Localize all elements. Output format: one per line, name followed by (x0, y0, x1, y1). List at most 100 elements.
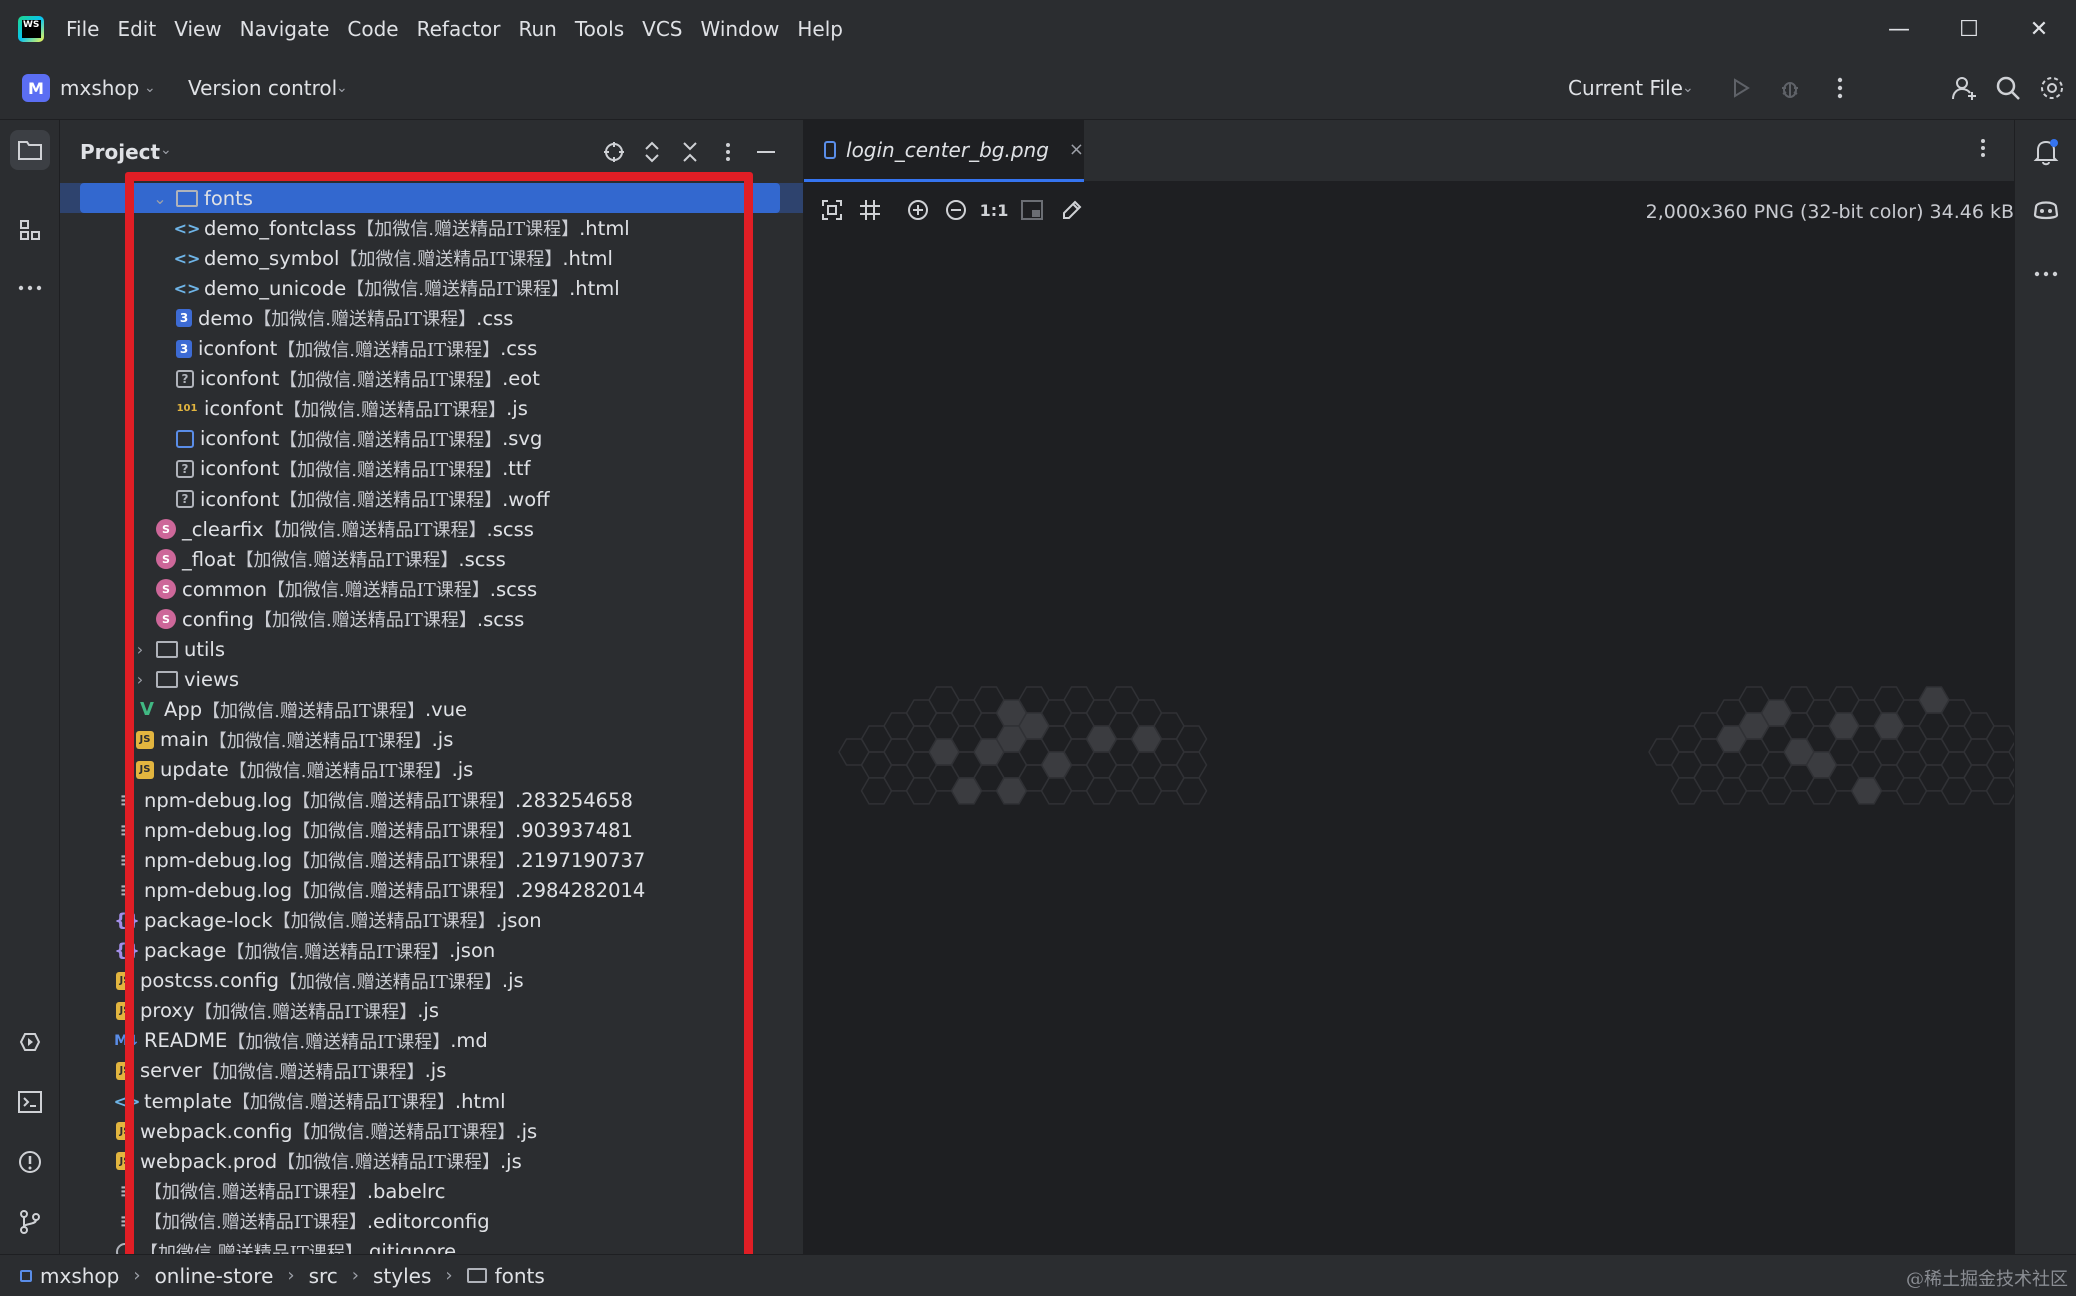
zoom-out-icon[interactable] (942, 196, 970, 224)
menu-run[interactable]: Run (519, 17, 557, 41)
problems-icon[interactable] (10, 1142, 50, 1182)
tree-item-name: App (164, 698, 203, 722)
add-user-icon[interactable] (1948, 72, 1980, 104)
run-icon[interactable] (1724, 72, 1756, 104)
notifications-bell-icon[interactable] (2026, 132, 2066, 172)
menu-file[interactable]: File (66, 17, 99, 41)
breadcrumb-online-store[interactable]: online-store (155, 1264, 274, 1288)
debug-icon[interactable] (1774, 72, 1806, 104)
run-config-selector[interactable]: Current File (1568, 76, 1683, 100)
chevron-down-icon[interactable]: ⌄ (160, 142, 172, 158)
more-vertical-icon[interactable] (1824, 72, 1856, 104)
fit-zoom-icon[interactable] (818, 196, 846, 224)
collapse-all-icon[interactable] (676, 138, 704, 166)
breadcrumb-mxshop[interactable]: mxshop (40, 1264, 119, 1288)
tree-file-row[interactable]: JS proxy 【加微信.赠送精品IT课程】 .js (60, 996, 803, 1026)
settings-gear-icon[interactable] (2036, 72, 2068, 104)
tree-file-row[interactable]: JS postcss.config 【加微信.赠送精品IT课程】 .js (60, 966, 803, 996)
git-branch-icon[interactable] (10, 1202, 50, 1242)
locate-target-icon[interactable] (600, 138, 628, 166)
tree-file-row[interactable]: ≡ npm-debug.log 【加微信.赠送精品IT课程】 .2197190737 (60, 845, 803, 875)
more-horizontal-icon[interactable] (10, 268, 50, 308)
tree-file-row[interactable]: 3 iconfont 【加微信.赠送精品IT课程】 .css (60, 334, 803, 364)
tab-close-icon[interactable]: × (1069, 139, 1084, 160)
background-toggle-icon[interactable] (1018, 196, 1046, 224)
tab-options-icon[interactable] (1980, 138, 1986, 163)
menu-view[interactable]: View (174, 17, 221, 41)
tree-file-row[interactable]: <> demo_unicode 【加微信.赠送精品IT课程】 .html (60, 273, 803, 303)
chevron-right-icon[interactable]: › (130, 670, 150, 689)
tree-file-row[interactable]: JS webpack.config 【加微信.赠送精品IT课程】 .js (60, 1116, 803, 1146)
chevron-down-icon[interactable]: ⌄ (1682, 80, 1694, 96)
tree-file-row[interactable]: <> template 【加微信.赠送精品IT课程】 .html (60, 1086, 803, 1116)
menu-window[interactable]: Window (700, 17, 779, 41)
tree-file-row[interactable]: ? iconfont 【加微信.赠送精品IT课程】 .eot (60, 364, 803, 394)
terminal-icon[interactable] (10, 1082, 50, 1122)
zoom-in-icon[interactable] (904, 196, 932, 224)
menu-code[interactable]: Code (347, 17, 398, 41)
menu-tools[interactable]: Tools (575, 17, 624, 41)
tree-file-row[interactable]: ≡ npm-debug.log 【加微信.赠送精品IT课程】 .283254658 (60, 785, 803, 815)
tree-folder-fonts[interactable]: ⌄ fonts (60, 183, 803, 213)
tree-file-row[interactable]: JS main 【加微信.赠送精品IT课程】 .js (60, 725, 803, 755)
tree-file-row[interactable]: 101 iconfont 【加微信.赠送精品IT课程】 .js (60, 394, 803, 424)
tree-file-row[interactable]: JS update 【加微信.赠送精品IT课程】 .js (60, 755, 803, 785)
close-window-button[interactable]: ✕ (2004, 0, 2074, 58)
tree-file-row[interactable]: ? iconfont 【加微信.赠送精品IT课程】 .woff (60, 484, 803, 514)
maximize-button[interactable]: ☐ (1934, 0, 2004, 58)
tree-file-row[interactable]: JS server 【加微信.赠送精品IT课程】 .js (60, 1056, 803, 1086)
project-tool-folder-icon[interactable] (10, 130, 50, 170)
color-picker-icon[interactable] (1058, 196, 1086, 224)
tree-file-row[interactable]: S _clearfix 【加微信.赠送精品IT课程】 .scss (60, 514, 803, 544)
tree-file-row[interactable]: 【加微信.赠送精品IT课程】 .gitignore (60, 1237, 803, 1254)
tree-file-row[interactable]: ≡ npm-debug.log 【加微信.赠送精品IT课程】 .2984282014 (60, 875, 803, 905)
chevron-right-icon[interactable]: › (130, 640, 150, 659)
tab-login-center-bg[interactable]: login_center_bg.png × (804, 120, 1084, 182)
menu-edit[interactable]: Edit (117, 17, 156, 41)
version-control-selector[interactable]: Version control (188, 76, 337, 100)
panel-options-icon[interactable] (714, 138, 742, 166)
menu-help[interactable]: Help (797, 17, 843, 41)
tree-file-row[interactable]: S _float 【加微信.赠送精品IT课程】 .scss (60, 544, 803, 574)
minimize-button[interactable]: — (1864, 0, 1934, 58)
breadcrumb-styles[interactable]: styles (373, 1264, 431, 1288)
menu-refactor[interactable]: Refactor (417, 17, 501, 41)
tree-file-row[interactable]: {} package-lock 【加微信.赠送精品IT课程】 .json (60, 905, 803, 935)
chevron-down-icon[interactable]: ⌄ (144, 80, 156, 96)
services-run-icon[interactable] (10, 1022, 50, 1062)
expand-all-icon[interactable] (638, 138, 666, 166)
chevron-down-icon[interactable]: ⌄ (336, 80, 348, 96)
tree-file-row[interactable]: <> demo_fontclass 【加微信.赠送精品IT课程】 .html (60, 213, 803, 243)
menu-vcs[interactable]: VCS (642, 17, 682, 41)
project-selector[interactable]: mxshop (60, 76, 139, 100)
tree-file-row[interactable]: JS webpack.prod 【加微信.赠送精品IT课程】 .js (60, 1146, 803, 1176)
actual-size-button[interactable]: 1:1 (980, 196, 1009, 224)
ai-assistant-icon[interactable] (2026, 190, 2066, 230)
tree-folder-views[interactable]: › views (60, 665, 803, 695)
tree-file-row[interactable]: iconfont 【加微信.赠送精品IT课程】 .svg (60, 424, 803, 454)
tree-file-row[interactable]: <> demo_symbol 【加微信.赠送精品IT课程】 .html (60, 243, 803, 273)
project-badge[interactable]: M (22, 74, 50, 102)
tree-file-row[interactable]: {} package 【加微信.赠送精品IT课程】 .json (60, 936, 803, 966)
grid-icon[interactable] (856, 196, 884, 224)
chevron-down-icon[interactable]: ⌄ (150, 189, 170, 208)
tree-file-row[interactable]: ≡ 【加微信.赠送精品IT课程】 .babelrc (60, 1176, 803, 1206)
tree-folder-utils[interactable]: › utils (60, 635, 803, 665)
hide-panel-icon[interactable] (752, 138, 780, 166)
tree-file-row[interactable]: ≡ 【加微信.赠送精品IT课程】 .editorconfig (60, 1206, 803, 1236)
search-icon[interactable] (1992, 72, 2024, 104)
tree-file-row[interactable]: M↓ README 【加微信.赠送精品IT课程】 .md (60, 1026, 803, 1056)
breadcrumb-fonts[interactable]: fonts (495, 1264, 545, 1288)
tree-file-row[interactable]: ≡ npm-debug.log 【加微信.赠送精品IT课程】 .903937481 (60, 815, 803, 845)
structure-icon[interactable] (10, 210, 50, 250)
more-horizontal-icon[interactable] (2026, 254, 2066, 294)
tree-file-row[interactable]: Sconfing 【加微信.赠送精品IT课程】 .scss (60, 604, 803, 634)
menu-navigate[interactable]: Navigate (240, 17, 330, 41)
tree-file-row[interactable]: Scommon 【加微信.赠送精品IT课程】 .scss (60, 574, 803, 604)
tree-file-row[interactable]: V App 【加微信.赠送精品IT课程】 .vue (60, 695, 803, 725)
image-toolbar: 1:1 2,000x360 PNG (32-bit color) 34.46 k… (804, 183, 2014, 239)
breadcrumb-src[interactable]: src (309, 1264, 338, 1288)
project-panel-title[interactable]: Project (80, 140, 160, 164)
tree-file-row[interactable]: ? iconfont 【加微信.赠送精品IT课程】 .ttf (60, 454, 803, 484)
tree-file-row[interactable]: 3 demo 【加微信.赠送精品IT课程】 .css (60, 303, 803, 333)
